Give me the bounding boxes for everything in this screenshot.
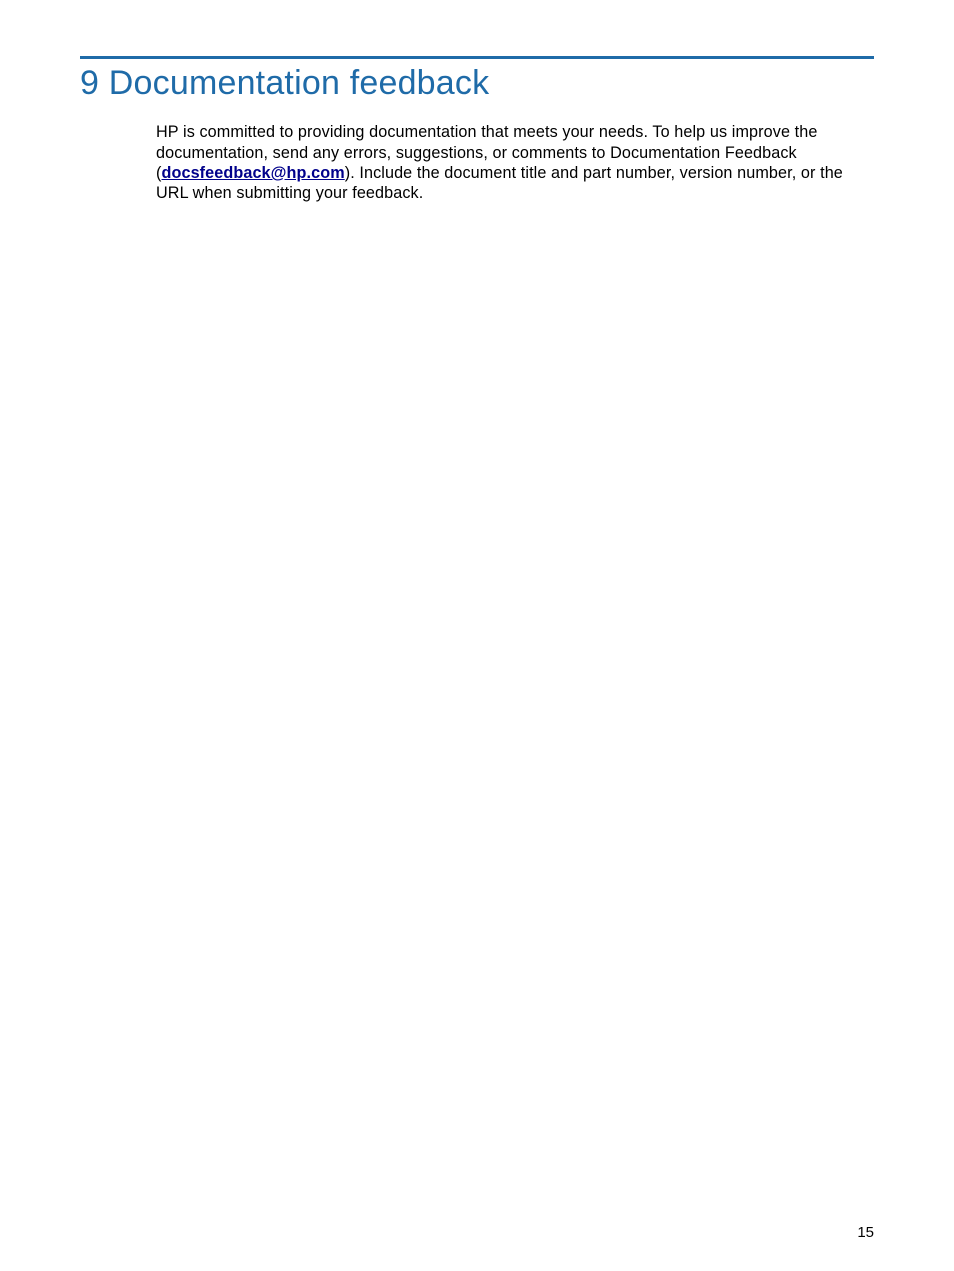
title-rule	[80, 56, 874, 59]
chapter-title: Documentation feedback	[109, 64, 490, 102]
chapter-number: 9	[80, 64, 99, 102]
feedback-email-link[interactable]: docsfeedback@hp.com	[162, 164, 345, 182]
body-paragraph: HP is committed to providing documentati…	[156, 122, 874, 203]
page-content: 9 Documentation feedback HP is committed…	[0, 0, 954, 203]
page-number: 15	[857, 1224, 874, 1241]
chapter-heading: 9 Documentation feedback	[80, 65, 874, 102]
